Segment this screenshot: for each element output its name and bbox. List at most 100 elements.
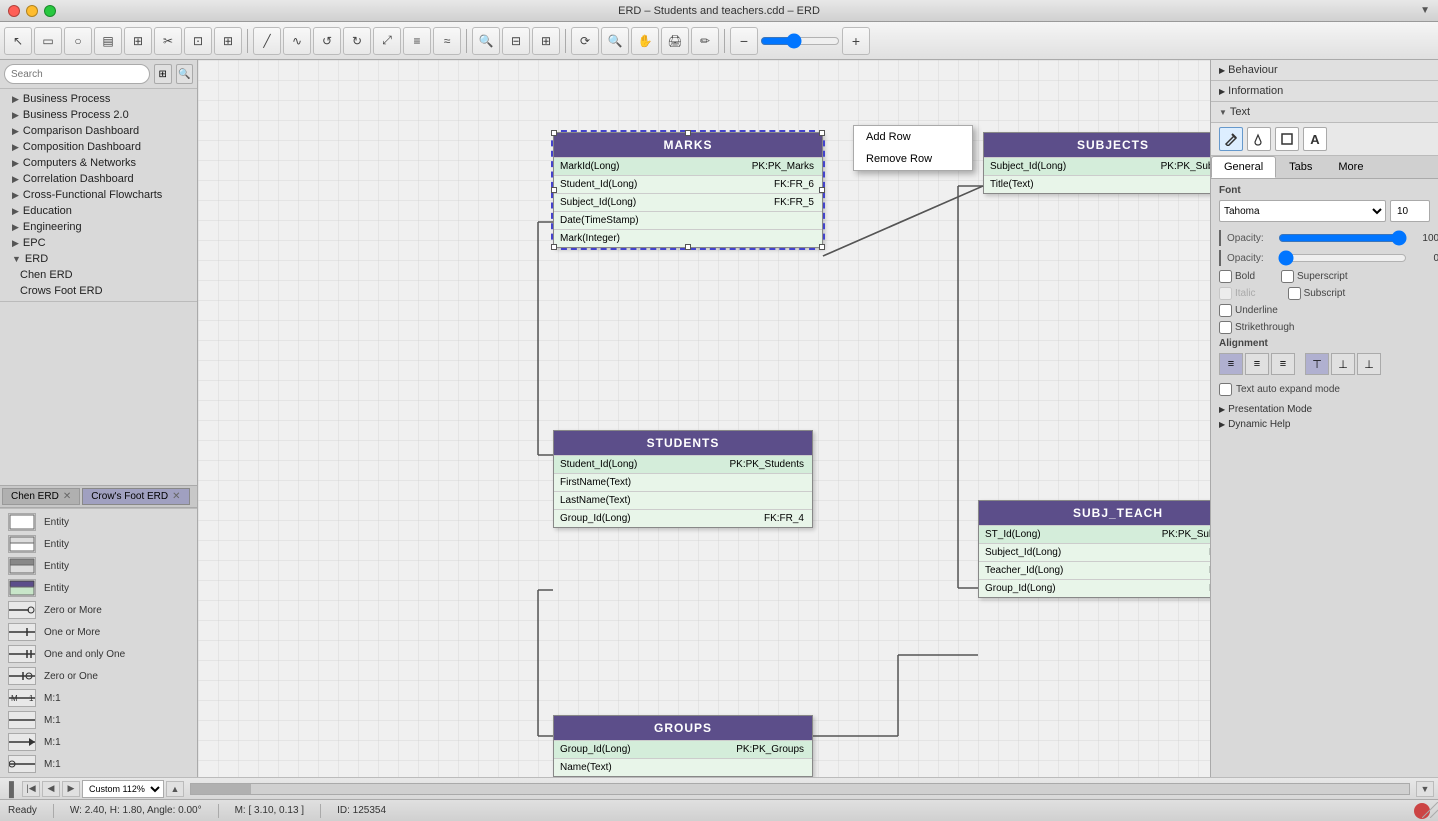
pan-btn[interactable]: ✋ bbox=[631, 27, 659, 55]
tab-chen-close[interactable]: ✕ bbox=[63, 491, 71, 502]
behaviour-section[interactable]: ▶ Behaviour bbox=[1219, 64, 1278, 76]
table-students[interactable]: STUDENTS Student_Id(Long) PK:PK_Students… bbox=[553, 430, 813, 528]
scroll-track-h[interactable] bbox=[190, 783, 1410, 795]
connection-btn[interactable]: ⤢ bbox=[373, 27, 401, 55]
auto-expand-checkbox[interactable] bbox=[1219, 383, 1232, 396]
shape-entity-4[interactable]: Entity bbox=[0, 577, 197, 599]
table-row[interactable]: Title(Text) bbox=[984, 175, 1210, 193]
sidebar-item-flowcharts[interactable]: ▶Cross-Functional Flowcharts bbox=[0, 187, 197, 203]
grid-view-btn[interactable]: ⊞ bbox=[154, 64, 172, 84]
pen-btn[interactable]: ✏ bbox=[691, 27, 719, 55]
table-row[interactable]: Student_Id(Long) FK:FR_6 bbox=[554, 175, 822, 193]
tool-extra1[interactable]: ≡ bbox=[403, 27, 431, 55]
bucket-tool-btn[interactable] bbox=[1247, 127, 1271, 151]
crop-tool-btn[interactable]: ✂ bbox=[154, 27, 182, 55]
sidebar-item-crows-foot-erd[interactable]: Crows Foot ERD bbox=[0, 283, 197, 299]
subscript-checkbox[interactable]: Subscript bbox=[1288, 287, 1346, 300]
nav-next-btn[interactable]: ▶ bbox=[62, 781, 80, 797]
sidebar-item-erd[interactable]: ▼ERD bbox=[0, 251, 197, 267]
handle-tr[interactable] bbox=[819, 130, 825, 136]
sidebar-item-chen-erd[interactable]: Chen ERD bbox=[0, 267, 197, 283]
zoom-plus-btn[interactable]: + bbox=[842, 27, 870, 55]
zoom-slider[interactable] bbox=[760, 33, 840, 49]
context-menu-add-row[interactable]: Add Row bbox=[854, 126, 972, 148]
more-tools-btn[interactable]: ⊡ bbox=[184, 27, 212, 55]
handle-bl[interactable] bbox=[551, 244, 557, 250]
shape-one-only[interactable]: One and only One bbox=[0, 643, 197, 665]
collapse-button[interactable]: ▼ bbox=[1420, 5, 1430, 16]
page-size-select[interactable]: Custom 112% 100% 75% 50% Fit Page Fit Wi… bbox=[82, 780, 164, 798]
window-controls[interactable] bbox=[8, 5, 56, 17]
superscript-checkbox[interactable]: Superscript bbox=[1281, 270, 1348, 283]
image-tool-btn[interactable]: ⊞ bbox=[124, 27, 152, 55]
shape-zero-one[interactable]: Zero or One bbox=[0, 665, 197, 687]
shape-zero-more[interactable]: Zero or More bbox=[0, 599, 197, 621]
sidebar-item-comparison[interactable]: ▶Comparison Dashboard bbox=[0, 123, 197, 139]
handle-br[interactable] bbox=[819, 244, 825, 250]
shape-entity-3[interactable]: Entity bbox=[0, 555, 197, 577]
table-groups[interactable]: GROUPS Group_Id(Long) PK:PK_Groups Name(… bbox=[553, 715, 813, 777]
sidebar-item-correlation[interactable]: ▶Correlation Dashboard bbox=[0, 171, 197, 187]
table-row[interactable]: Subject_Id(Long) FK:FR_5 bbox=[554, 193, 822, 211]
color-swatch-1[interactable] bbox=[1219, 230, 1221, 246]
opacity-slider-2[interactable] bbox=[1278, 250, 1407, 266]
nav-first-btn[interactable]: |◀ bbox=[22, 781, 40, 797]
table-row[interactable]: LastName(Text) bbox=[554, 491, 812, 509]
table-row[interactable]: ST_Id(Long) PK:PK_Subj_Teach bbox=[979, 525, 1210, 543]
shape-m1-4[interactable]: M:1 bbox=[0, 753, 197, 775]
align-center-btn[interactable]: ≡ bbox=[1245, 353, 1269, 375]
minimize-button[interactable] bbox=[26, 5, 38, 17]
table-row[interactable]: Name(Text) bbox=[554, 758, 812, 776]
sidebar-item-business-process[interactable]: ▶Business Process bbox=[0, 91, 197, 107]
sidebar-item-business-process-2[interactable]: ▶Business Process 2.0 bbox=[0, 107, 197, 123]
underline-checkbox[interactable]: Underline bbox=[1219, 304, 1278, 317]
shape-entity-2[interactable]: Entity bbox=[0, 533, 197, 555]
handle-tl[interactable] bbox=[551, 130, 557, 136]
dynamic-help-link[interactable]: ▶ Dynamic Help bbox=[1219, 417, 1430, 432]
nav-toggle-btn[interactable]: ▐ bbox=[4, 781, 20, 797]
scroll-thumb-h[interactable] bbox=[191, 784, 251, 794]
sidebar-item-computers[interactable]: ▶Computers & Networks bbox=[0, 155, 197, 171]
view-btn[interactable]: ⊞ bbox=[532, 27, 560, 55]
handle-ml[interactable] bbox=[551, 187, 557, 193]
font-family-select[interactable]: Tahoma Arial Times New Roman bbox=[1219, 200, 1386, 222]
color-swatch-2[interactable] bbox=[1219, 250, 1221, 266]
sidebar-item-engineering[interactable]: ▶Engineering bbox=[0, 219, 197, 235]
table-row[interactable]: Teacher_Id(Long) FK:FR_2 bbox=[979, 561, 1210, 579]
table-row[interactable]: Subject_Id(Long) FK:FR_3 bbox=[979, 543, 1210, 561]
shape-entity-1[interactable]: Entity bbox=[0, 511, 197, 533]
tab-crows-foot-erd[interactable]: Crow's Foot ERD ✕ bbox=[82, 488, 189, 505]
italic-checkbox[interactable]: Italic bbox=[1219, 287, 1256, 300]
tab-chen-erd[interactable]: Chen ERD ✕ bbox=[2, 488, 80, 505]
table-row[interactable]: MarkId(Long) PK:PK_Marks bbox=[554, 157, 822, 175]
table-row[interactable]: Group_Id(Long) PK:PK_Groups bbox=[554, 740, 812, 758]
tab-crows-close[interactable]: ✕ bbox=[172, 491, 180, 502]
undo-btn[interactable]: ↺ bbox=[313, 27, 341, 55]
font-size-input[interactable] bbox=[1390, 200, 1430, 222]
handle-tm[interactable] bbox=[685, 130, 691, 136]
handle-mr[interactable] bbox=[819, 187, 825, 193]
shape-m1-3[interactable]: M:1 bbox=[0, 731, 197, 753]
shape-m1-2[interactable]: M:1 bbox=[0, 709, 197, 731]
handle-bm[interactable] bbox=[685, 244, 691, 250]
sidebar-item-composition[interactable]: ▶Composition Dashboard bbox=[0, 139, 197, 155]
redo-btn[interactable]: ↻ bbox=[343, 27, 371, 55]
line-tool-btn[interactable]: ╱ bbox=[253, 27, 281, 55]
table-row[interactable]: Student_Id(Long) PK:PK_Students bbox=[554, 455, 812, 473]
table-subjects[interactable]: SUBJECTS Subject_Id(Long) PK:PK_Subjects… bbox=[983, 132, 1210, 194]
table-row[interactable]: FirstName(Text) bbox=[554, 473, 812, 491]
print-btn[interactable]: 🖨 bbox=[661, 27, 689, 55]
presentation-mode-link[interactable]: ▶ Presentation Mode bbox=[1219, 402, 1430, 417]
search-btn[interactable]: 🔍 bbox=[472, 27, 500, 55]
filter-btn[interactable]: ⊟ bbox=[502, 27, 530, 55]
sidebar-tree[interactable]: ▶Business Process ▶Business Process 2.0 … bbox=[0, 89, 197, 485]
table-row[interactable]: Subject_Id(Long) PK:PK_Subjects bbox=[984, 157, 1210, 175]
nav-prev-btn[interactable]: ◀ bbox=[42, 781, 60, 797]
align-bottom-btn[interactable]: ⊥ bbox=[1357, 353, 1381, 375]
strikethrough-checkbox[interactable]: Strikethrough bbox=[1219, 321, 1294, 334]
table-row[interactable]: Date(TimeStamp) bbox=[554, 211, 822, 229]
table-marks[interactable]: MARKS MarkId(Long) PK:PK_Marks Student_I… bbox=[553, 132, 823, 248]
extra-tool-btn[interactable]: ⊞ bbox=[214, 27, 242, 55]
close-button[interactable] bbox=[8, 5, 20, 17]
resize-handle[interactable] bbox=[1422, 802, 1438, 821]
